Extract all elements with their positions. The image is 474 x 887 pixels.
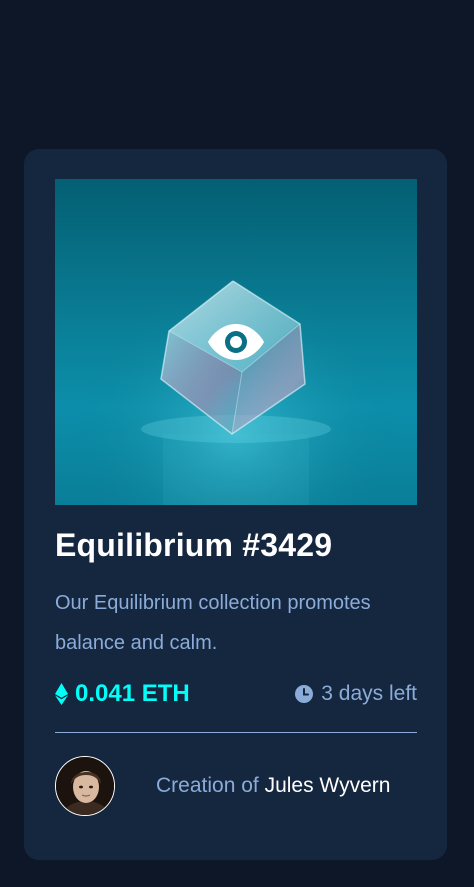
eye-icon[interactable] bbox=[207, 322, 265, 362]
time-left-info: 3 days left bbox=[295, 682, 417, 706]
divider bbox=[55, 732, 417, 733]
nft-card: Equilibrium #3429 Our Equilibrium collec… bbox=[24, 149, 447, 860]
nft-meta-row: 0.041 ETH 3 days left bbox=[55, 679, 417, 709]
time-left-value: 3 days left bbox=[321, 682, 417, 705]
nft-image[interactable] bbox=[55, 179, 417, 505]
nft-description: Our Equilibrium collection promotes bala… bbox=[55, 592, 371, 654]
creator-prefix: Creation of bbox=[156, 774, 259, 797]
nft-title[interactable]: Equilibrium #3429 bbox=[55, 527, 417, 563]
creator-credit: Creation of Jules Wyvern bbox=[156, 774, 390, 798]
price-info: 0.041 ETH bbox=[55, 680, 190, 708]
ethereum-icon bbox=[55, 683, 68, 705]
creator-row: Creation of Jules Wyvern bbox=[55, 756, 417, 816]
avatar-portrait bbox=[56, 757, 114, 815]
creator-avatar bbox=[55, 756, 115, 816]
creator-name-link[interactable]: Jules Wyvern bbox=[265, 774, 391, 797]
clock-icon bbox=[295, 685, 314, 703]
price-value: 0.041 ETH bbox=[75, 680, 190, 707]
